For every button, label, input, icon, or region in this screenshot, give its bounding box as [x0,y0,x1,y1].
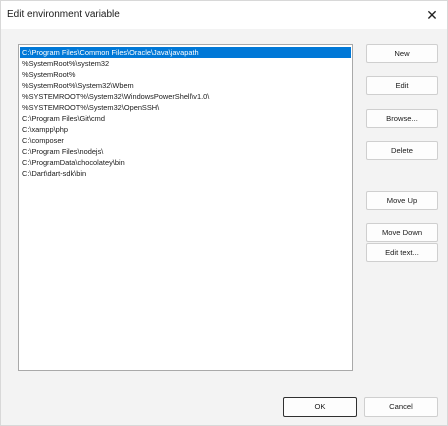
title-bar: Edit environment variable ✕ [1,1,447,29]
ok-button[interactable]: OK [283,397,357,417]
path-list[interactable]: C:\Program Files\Common Files\Oracle\Jav… [18,44,353,371]
list-item[interactable]: %SYSTEMROOT%\System32\WindowsPowerShell\… [20,91,351,102]
new-button[interactable]: New [366,44,438,63]
window-title: Edit environment variable [7,9,120,20]
list-item[interactable]: C:\Program Files\nodejs\ [20,146,351,157]
edit-environment-variable-dialog: Edit environment variable ✕ C:\Program F… [0,0,448,426]
list-item[interactable]: C:\Program Files\Git\cmd [20,113,351,124]
move-up-button[interactable]: Move Up [366,191,438,210]
list-item[interactable]: %SystemRoot%\System32\Wbem [20,80,351,91]
list-item[interactable]: %SYSTEMROOT%\System32\OpenSSH\ [20,102,351,113]
delete-button[interactable]: Delete [366,141,438,160]
edit-button[interactable]: Edit [366,76,438,95]
list-item[interactable]: C:\Program Files\Common Files\Oracle\Jav… [20,47,351,58]
list-item[interactable]: C:\ProgramData\chocolatey\bin [20,157,351,168]
list-item[interactable]: C:\Dart\dart-sdk\bin [20,168,351,179]
move-down-button[interactable]: Move Down [366,223,438,242]
list-item[interactable]: %SystemRoot% [20,69,351,80]
list-item[interactable]: %SystemRoot%\system32 [20,58,351,69]
cancel-button[interactable]: Cancel [364,397,438,417]
edit-text-button[interactable]: Edit text... [366,243,438,262]
list-item[interactable]: C:\composer [20,135,351,146]
list-item[interactable]: C:\xampp\php [20,124,351,135]
close-icon[interactable]: ✕ [417,1,447,29]
browse-button[interactable]: Browse... [366,109,438,128]
